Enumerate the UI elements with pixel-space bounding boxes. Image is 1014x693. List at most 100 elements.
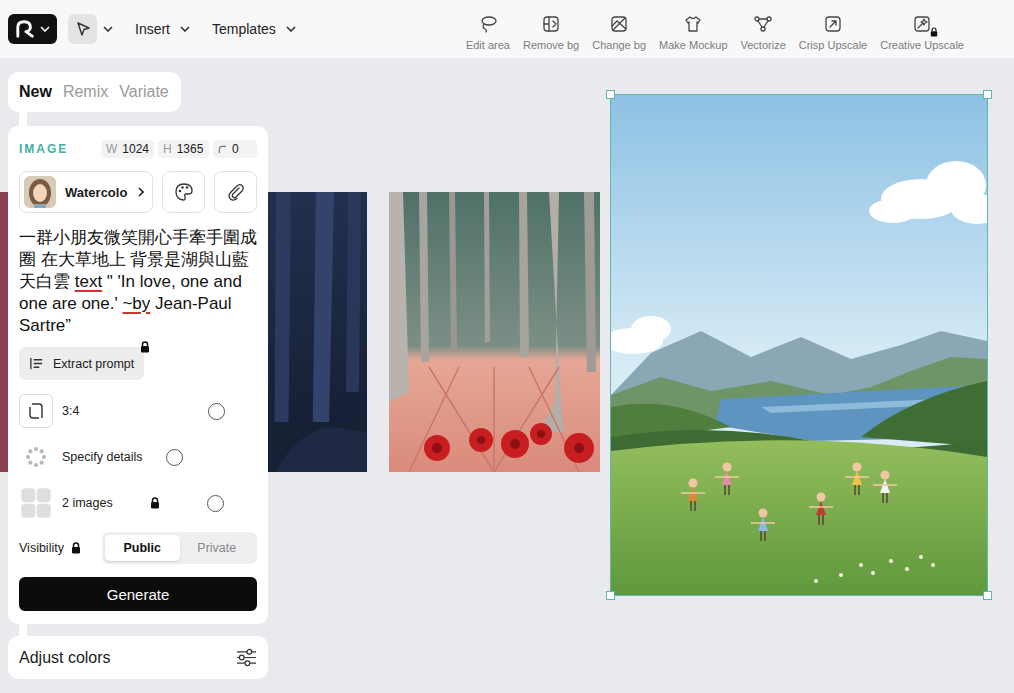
mode-tab[interactable]: Remix bbox=[63, 83, 108, 101]
option-label: Specify details bbox=[62, 450, 143, 464]
canvas-workspace: New Remix Variate IMAGE W 1024 H1365 0 Watercolo… bbox=[0, 58, 1014, 693]
style-thumbnail-icon bbox=[24, 176, 56, 208]
option-toggle[interactable] bbox=[207, 495, 224, 512]
grid-icon bbox=[20, 486, 52, 520]
lock-icon bbox=[71, 542, 81, 554]
field-label: W bbox=[106, 142, 117, 156]
generated-image[interactable] bbox=[611, 95, 987, 595]
section-title: IMAGE bbox=[19, 142, 97, 156]
generate-button[interactable]: Generate bbox=[19, 577, 257, 611]
visibility-row: Visibility PublicPrivate bbox=[19, 532, 257, 564]
cursor-icon bbox=[75, 21, 91, 37]
field-label: H bbox=[163, 142, 172, 156]
chevron-down-icon bbox=[286, 26, 296, 32]
option-toggle[interactable] bbox=[208, 403, 225, 420]
option-row[interactable]: 3:4 bbox=[19, 394, 257, 428]
visibility-option[interactable]: Public bbox=[105, 535, 180, 561]
lock-icon bbox=[140, 341, 150, 353]
tool-button[interactable]: Vectorize bbox=[741, 14, 786, 51]
visibility-switch: PublicPrivate bbox=[102, 532, 257, 564]
tool-button[interactable]: Make Mockup bbox=[659, 14, 727, 51]
generated-image[interactable] bbox=[389, 192, 600, 472]
image-size-row: IMAGE W 1024 H1365 0 bbox=[19, 140, 257, 158]
magic-upscale-icon bbox=[912, 14, 932, 34]
mode-tabs: New Remix Variate bbox=[8, 72, 181, 112]
panel-connector bbox=[19, 112, 27, 126]
tool-icon-holder bbox=[541, 14, 561, 34]
lock-icon bbox=[150, 497, 160, 509]
tool-icon-holder bbox=[753, 14, 773, 34]
generated-image[interactable] bbox=[0, 192, 8, 472]
field-value: 0 bbox=[232, 142, 239, 156]
settings-card: IMAGE W 1024 H1365 0 Watercolo 一群小朋友微笑開心手牽手圍成圈… bbox=[8, 126, 268, 624]
app-root: Insert Templates Edit area Remove bg Change … bbox=[0, 0, 1014, 693]
option-label: 3:4 bbox=[62, 404, 79, 418]
tool-label: Vectorize bbox=[741, 39, 786, 51]
mode-tab[interactable]: New bbox=[19, 83, 52, 101]
vector-nodes-icon bbox=[753, 14, 773, 34]
upscale-icon bbox=[823, 14, 843, 34]
menu-button[interactable]: Templates bbox=[212, 21, 296, 37]
tool-icon-holder bbox=[609, 14, 629, 34]
extract-prompt-label: Extract prompt bbox=[53, 357, 134, 371]
palette-button[interactable] bbox=[162, 171, 205, 213]
option-icon-holder bbox=[19, 486, 53, 520]
attach-button[interactable] bbox=[214, 171, 257, 213]
size-field[interactable]: H1365 bbox=[158, 140, 209, 158]
tool-button[interactable]: Crisp Upscale bbox=[799, 14, 867, 51]
style-name: Watercolo bbox=[65, 185, 127, 200]
size-field[interactable]: W 1024 bbox=[101, 140, 154, 158]
logo-menu-button[interactable] bbox=[8, 14, 57, 44]
remove-bg-icon bbox=[541, 14, 561, 34]
resize-handle[interactable] bbox=[606, 591, 615, 600]
change-bg-icon bbox=[609, 14, 629, 34]
sliders-icon bbox=[236, 648, 257, 667]
resize-handle[interactable] bbox=[983, 591, 992, 600]
size-field[interactable]: 0 bbox=[213, 140, 257, 158]
tool-label: Creative Upscale bbox=[880, 39, 964, 51]
option-row[interactable]: Specify details bbox=[19, 440, 257, 474]
menu-label: Insert bbox=[135, 21, 170, 37]
shirt-icon bbox=[683, 14, 703, 34]
paperclip-icon bbox=[226, 182, 246, 202]
resize-handle[interactable] bbox=[983, 90, 992, 99]
option-icon-holder bbox=[19, 440, 53, 474]
menu-label: Templates bbox=[212, 21, 276, 37]
tool-label: Crisp Upscale bbox=[799, 39, 867, 51]
resize-handle[interactable] bbox=[606, 90, 615, 99]
tool-button[interactable]: Edit area bbox=[466, 14, 510, 51]
aspect-ratio-icon bbox=[24, 399, 48, 423]
palette-icon bbox=[174, 182, 194, 202]
style-selector[interactable]: Watercolo bbox=[19, 171, 153, 213]
toolbar-left: Insert Templates bbox=[8, 14, 296, 44]
adjust-colors-button[interactable]: Adjust colors bbox=[8, 636, 268, 679]
chevron-right-icon bbox=[138, 187, 144, 197]
menu-button[interactable]: Insert bbox=[135, 21, 190, 37]
visibility-label: Visibility bbox=[19, 541, 64, 555]
tool-button[interactable]: Change bg bbox=[592, 14, 646, 51]
option-label: 2 images bbox=[62, 496, 113, 510]
chevron-down-icon[interactable] bbox=[103, 26, 113, 32]
generate-panel: New Remix Variate IMAGE W 1024 H1365 0 Watercolo… bbox=[8, 72, 268, 679]
tool-button[interactable]: Creative Upscale bbox=[880, 14, 964, 51]
adjust-colors-label: Adjust colors bbox=[19, 649, 111, 667]
mode-tab[interactable]: Variate bbox=[119, 83, 169, 101]
prompt-input[interactable]: 一群小朋友微笑開心手牽手圍成圈 在大草地上 背景是湖與山藍天白雲 text " … bbox=[19, 227, 257, 337]
option-row[interactable]: 2 images bbox=[19, 486, 257, 520]
extract-prompt-button[interactable]: Extract prompt bbox=[19, 347, 144, 380]
image-picture bbox=[0, 192, 8, 472]
tool-button[interactable]: Remove bg bbox=[523, 14, 579, 51]
select-tool-button[interactable] bbox=[68, 14, 97, 44]
option-toggle[interactable] bbox=[166, 449, 183, 466]
field-value: 1024 bbox=[122, 142, 149, 156]
prompt-text: ~by bbox=[122, 294, 150, 313]
tool-icon-holder bbox=[478, 14, 498, 34]
dots-ring-icon bbox=[24, 445, 48, 469]
panel-connector bbox=[19, 624, 27, 636]
tool-label: Edit area bbox=[466, 39, 510, 51]
tool-label: Make Mockup bbox=[659, 39, 727, 51]
tool-icon-holder bbox=[683, 14, 703, 34]
prompt-text: text bbox=[75, 272, 102, 291]
top-toolbar: Insert Templates Edit area Remove bg Change … bbox=[0, 0, 1014, 58]
visibility-option[interactable]: Private bbox=[180, 535, 255, 561]
